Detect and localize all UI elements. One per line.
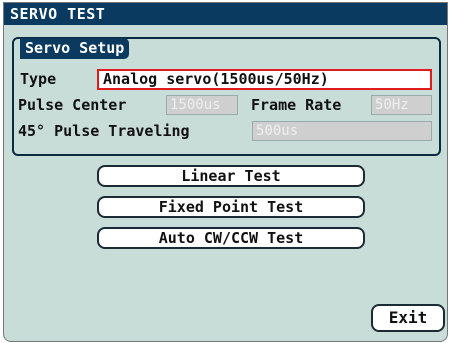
servo-test-screen: SERVO TEST Servo Setup Type Analog servo… xyxy=(3,2,448,342)
type-label: Type xyxy=(20,70,57,88)
pulse-traveling-field: 500us xyxy=(252,121,432,141)
servo-setup-title: Servo Setup xyxy=(20,38,130,59)
pulse-center-label: Pulse Center xyxy=(18,96,127,114)
window-title: SERVO TEST xyxy=(4,3,447,25)
frame-rate-label: Frame Rate xyxy=(251,96,342,114)
pulse-traveling-label: 45° Pulse Traveling xyxy=(18,122,190,140)
auto-cw-ccw-test-button[interactable]: Auto CW/CCW Test xyxy=(97,227,365,249)
linear-test-button[interactable]: Linear Test xyxy=(97,165,365,187)
frame-rate-field: 50Hz xyxy=(371,95,432,115)
servo-type-select[interactable]: Analog servo(1500us/50Hz) xyxy=(97,69,432,90)
fixed-point-test-button[interactable]: Fixed Point Test xyxy=(97,196,365,218)
pulse-center-field: 1500us xyxy=(166,95,238,115)
exit-button[interactable]: Exit xyxy=(371,304,445,332)
